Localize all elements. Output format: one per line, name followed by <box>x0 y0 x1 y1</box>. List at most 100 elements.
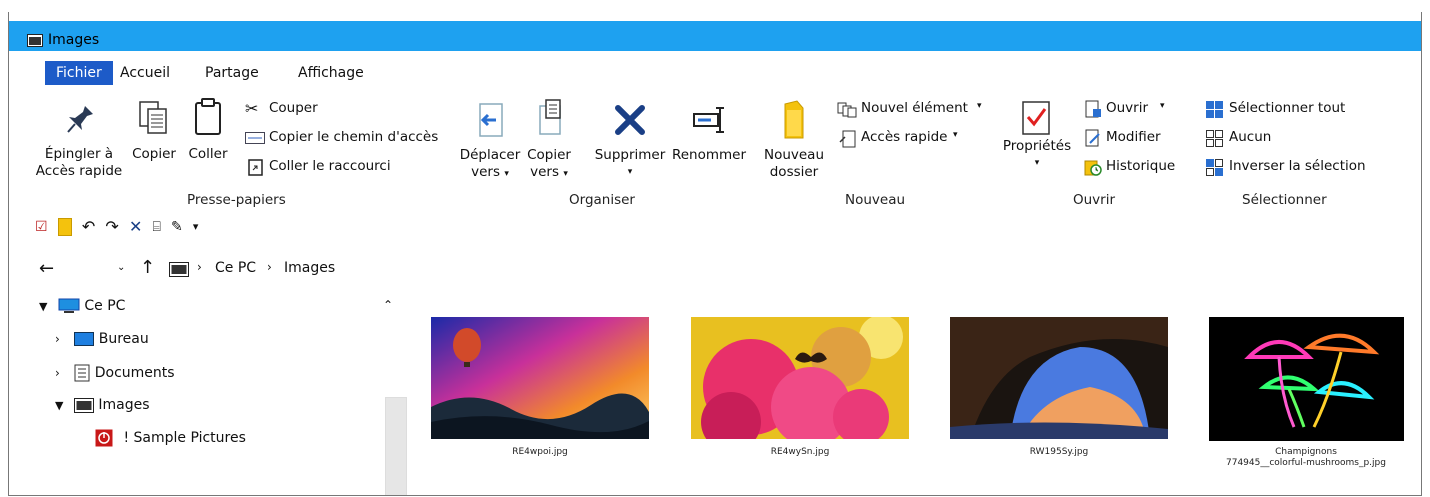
chevron-right-icon[interactable]: › <box>55 366 60 380</box>
breadcrumb-images[interactable]: Images <box>284 260 335 276</box>
nav-item-bureau[interactable]: › Bureau <box>55 331 149 347</box>
chevron-right-icon[interactable]: › <box>55 332 60 346</box>
sea-cave-image <box>950 317 1168 439</box>
select-none-button[interactable]: Aucun <box>1205 129 1365 149</box>
select-all-label: Sélectionner tout <box>1229 100 1346 116</box>
nav-item-sample-pictures[interactable]: ! Sample Pictures <box>95 429 246 447</box>
pin-quick-access-button[interactable]: Épingler à Accès rapide <box>33 90 125 185</box>
balloon-sunset-image <box>431 317 649 439</box>
paste-label: Coller <box>188 146 228 162</box>
chevron-down-icon: ▾ <box>1160 101 1165 111</box>
documents-icon <box>74 364 90 382</box>
cut-button[interactable]: ✂ Couper <box>245 99 355 120</box>
edit-label: Modifier <box>1106 129 1161 145</box>
scissors-icon: ✂ <box>245 99 259 118</box>
file-name: RE4wySn.jpg <box>770 447 830 457</box>
customize-toolbar-icon[interactable]: ▾ <box>193 220 199 233</box>
images-folder-icon <box>73 397 94 413</box>
invert-selection-button[interactable]: Inverser la sélection <box>1205 158 1385 178</box>
tab-partage[interactable]: Partage <box>197 61 267 85</box>
chevron-down-icon: ▾ <box>977 101 982 111</box>
edit-icon[interactable]: ✎ <box>171 219 183 235</box>
properties-label: Propriétés <box>1002 138 1072 154</box>
delete-x-icon <box>615 105 645 135</box>
copy-label: Copier <box>132 146 176 162</box>
file-name-line1: Champignons <box>1275 447 1337 457</box>
pin-label-2: Accès rapide <box>35 163 123 179</box>
properties-check-icon <box>1022 101 1050 135</box>
select-all-button[interactable]: Sélectionner tout <box>1205 100 1365 120</box>
rename-button[interactable]: Renommer <box>669 90 749 185</box>
tab-affichage[interactable]: Affichage <box>290 61 372 85</box>
history-label: Historique <box>1106 158 1176 174</box>
chevron-down-icon: ▾ <box>953 130 958 140</box>
nav-scrollbar[interactable] <box>385 397 407 495</box>
move-to-label-2-text: vers <box>471 164 501 180</box>
group-label-organiser: Organiser <box>569 192 635 208</box>
paste-shortcut-button[interactable]: Coller le raccourci <box>245 158 415 178</box>
paste-button[interactable]: Coller <box>183 90 233 185</box>
open-label: Ouvrir <box>1106 100 1149 116</box>
nav-label-bureau: Bureau <box>98 331 149 347</box>
chevron-down-icon[interactable]: ⌄ <box>117 262 125 273</box>
rename-icon[interactable]: ⌸ <box>152 219 160 235</box>
delete-label: Supprimer <box>594 147 666 163</box>
breadcrumb-separator: › <box>197 260 202 274</box>
title-bar: Images <box>9 21 1421 51</box>
edit-button[interactable]: Modifier <box>1082 129 1182 149</box>
new-folder-label-2: dossier <box>769 164 819 180</box>
tab-fichier[interactable]: Fichier <box>45 61 113 85</box>
move-to-label-2: vers ▾ <box>456 164 524 183</box>
new-folder-icon[interactable] <box>57 217 72 236</box>
invert-selection-icon <box>1206 159 1223 176</box>
copy-path-button[interactable]: Copier le chemin d'accès <box>245 129 445 149</box>
chevron-down-icon[interactable]: ▼ <box>39 300 47 313</box>
pink-flowers-butterfly-image <box>691 317 909 439</box>
new-folder-button[interactable]: Nouveau dossier <box>763 90 825 185</box>
cut-label: Couper <box>269 100 318 116</box>
delete-x-icon[interactable]: ✕ <box>129 217 142 236</box>
tab-accueil[interactable]: Accueil <box>112 61 178 85</box>
copy-to-label-1: Copier <box>527 147 571 163</box>
invert-selection-label: Inverser la sélection <box>1229 158 1366 174</box>
group-label-presse-papiers: Presse-papiers <box>187 192 286 208</box>
move-to-button[interactable]: Déplacer vers ▾ <box>456 90 524 185</box>
copy-to-label-2: vers ▾ <box>524 164 574 183</box>
easy-access-icon <box>839 130 856 148</box>
paste-clipboard-icon <box>195 98 221 135</box>
ribbon-tabs: Fichier Accueil Partage Affichage <box>9 53 1421 86</box>
file-thumbnail[interactable] <box>691 317 909 439</box>
chevron-down-icon[interactable]: ▼ <box>55 399 63 412</box>
nav-label-ce-pc: Ce PC <box>84 298 126 314</box>
up-arrow-icon[interactable]: ↑ <box>140 257 155 278</box>
move-to-icon <box>479 103 503 137</box>
history-icon <box>1084 160 1102 176</box>
edit-icon <box>1085 129 1100 147</box>
properties-check-icon[interactable]: ☑ <box>35 219 48 235</box>
group-label-ouvrir: Ouvrir <box>1073 192 1116 208</box>
redo-icon[interactable]: ↷ <box>105 217 118 236</box>
delete-button[interactable]: Supprimer ▾ <box>589 90 671 185</box>
copy-to-button[interactable]: Copier vers ▾ <box>524 90 574 185</box>
file-thumbnail[interactable] <box>431 317 649 439</box>
nav-item-images[interactable]: ▼ Images <box>55 397 150 413</box>
quick-access-button[interactable]: Accès rapide ▾ <box>837 129 997 149</box>
chevron-down-icon: ▾ <box>563 169 568 179</box>
open-button[interactable]: Ouvrir ▾ <box>1082 100 1182 120</box>
new-item-icon <box>837 102 857 118</box>
undo-icon[interactable]: ↶ <box>82 217 95 236</box>
nav-item-documents[interactable]: › Documents <box>55 364 175 382</box>
properties-button[interactable]: Propriétés ▾ <box>1001 90 1073 185</box>
breadcrumb-ce-pc[interactable]: Ce PC <box>215 260 256 276</box>
back-arrow-icon[interactable]: ← <box>39 258 54 279</box>
copy-path-icon <box>245 132 265 144</box>
file-thumbnail[interactable] <box>1209 317 1404 441</box>
nav-item-ce-pc[interactable]: ▼ Ce PC <box>39 298 125 314</box>
new-folder-icon <box>784 100 804 139</box>
copy-button[interactable]: Copier <box>127 90 181 185</box>
file-name: RW195Sy.jpg <box>1029 447 1089 457</box>
scroll-up-icon[interactable]: ⌃ <box>383 298 393 312</box>
history-button[interactable]: Historique <box>1082 158 1192 178</box>
file-thumbnail[interactable] <box>950 317 1168 439</box>
new-item-button[interactable]: Nouvel élément ▾ <box>837 100 997 120</box>
